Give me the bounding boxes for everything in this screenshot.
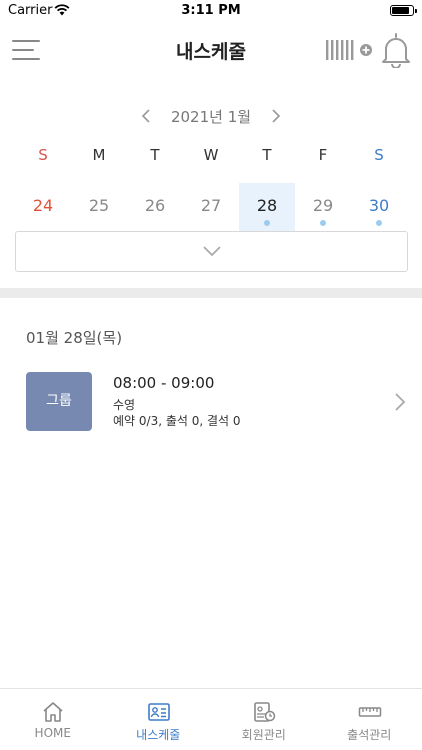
weekday-header: S M T W T F S <box>15 146 407 168</box>
schedule-item[interactable]: 그룹 08:00 - 09:00 수영 예약 0/3, 출석 0, 결석 0 <box>0 370 422 434</box>
calendar-day-label: 25 <box>88 196 110 215</box>
app-header: 내스케줄 <box>0 22 422 78</box>
calendar-day[interactable]: 30 <box>351 183 407 231</box>
event-dot <box>264 220 270 226</box>
calendar-day-label: 28 <box>256 196 278 215</box>
week-days-row: 24 25 26 27 28 29 30 <box>15 183 407 231</box>
section-divider <box>0 288 422 298</box>
tab-home[interactable]: HOME <box>0 689 106 750</box>
event-dot <box>320 220 326 226</box>
chevron-down-icon <box>203 246 221 257</box>
calendar-day[interactable]: 25 <box>71 183 127 231</box>
calendar-day-label: 27 <box>200 196 222 215</box>
calendar-expand-button[interactable] <box>15 231 408 272</box>
calendar-day[interactable]: 24 <box>15 183 71 231</box>
chevron-right-icon <box>395 393 406 411</box>
tab-label: 출석관리 <box>347 728 392 742</box>
weekday-sat: S <box>374 146 384 164</box>
tab-label: 내스케줄 <box>136 728 181 742</box>
bottom-tab-bar: HOME 내스케줄 회원관리 출석관리 <box>0 688 422 750</box>
calendar-day[interactable]: 26 <box>127 183 183 231</box>
weekday-thu: T <box>262 146 272 164</box>
calendar-day-label: 24 <box>32 196 54 215</box>
calendar-day[interactable]: 28 <box>239 183 295 231</box>
schedule-class-name: 수영 <box>113 398 136 412</box>
barcode-add-icon[interactable] <box>325 38 373 62</box>
battery-level <box>392 7 409 14</box>
weekday-fri: F <box>318 146 328 164</box>
weekday-sun: S <box>38 146 48 164</box>
event-dot <box>376 220 382 226</box>
tab-member-manage[interactable]: 회원관리 <box>211 689 317 750</box>
tab-label: 회원관리 <box>241 728 286 742</box>
calendar-day-label: 26 <box>144 196 166 215</box>
calendar-day[interactable]: 27 <box>183 183 239 231</box>
status-time: 3:11 PM <box>181 3 241 18</box>
tab-label: HOME <box>34 726 71 740</box>
month-navigator: 2021년 1월 <box>0 104 422 128</box>
schedule-time: 08:00 - 09:00 <box>113 374 215 392</box>
month-label: 2021년 1월 <box>170 108 252 126</box>
tab-attendance-manage[interactable]: 출석관리 <box>317 689 422 750</box>
calendar-day-label: 30 <box>368 196 390 215</box>
schedule-attendance-stats: 예약 0/3, 출석 0, 결석 0 <box>113 414 241 428</box>
home-icon <box>43 702 63 722</box>
chevron-right-icon[interactable] <box>265 106 285 126</box>
attendance-ruler-icon <box>358 707 381 717</box>
battery-icon <box>390 5 417 16</box>
schedule-card-icon <box>147 703 170 721</box>
weekday-mon: M <box>92 146 106 164</box>
status-bar: Carrier 3:11 PM <box>0 0 422 22</box>
calendar-day[interactable]: 29 <box>295 183 351 231</box>
selected-date-heading: 01월 28일(목) <box>26 329 123 347</box>
calendar-day-label: 29 <box>312 196 334 215</box>
member-manage-icon <box>254 702 276 722</box>
bell-icon[interactable] <box>379 32 413 68</box>
group-badge: 그룹 <box>26 372 92 431</box>
tab-my-schedule[interactable]: 내스케줄 <box>106 689 212 750</box>
weekday-wed: W <box>203 146 219 164</box>
weekday-tue: T <box>150 146 160 164</box>
